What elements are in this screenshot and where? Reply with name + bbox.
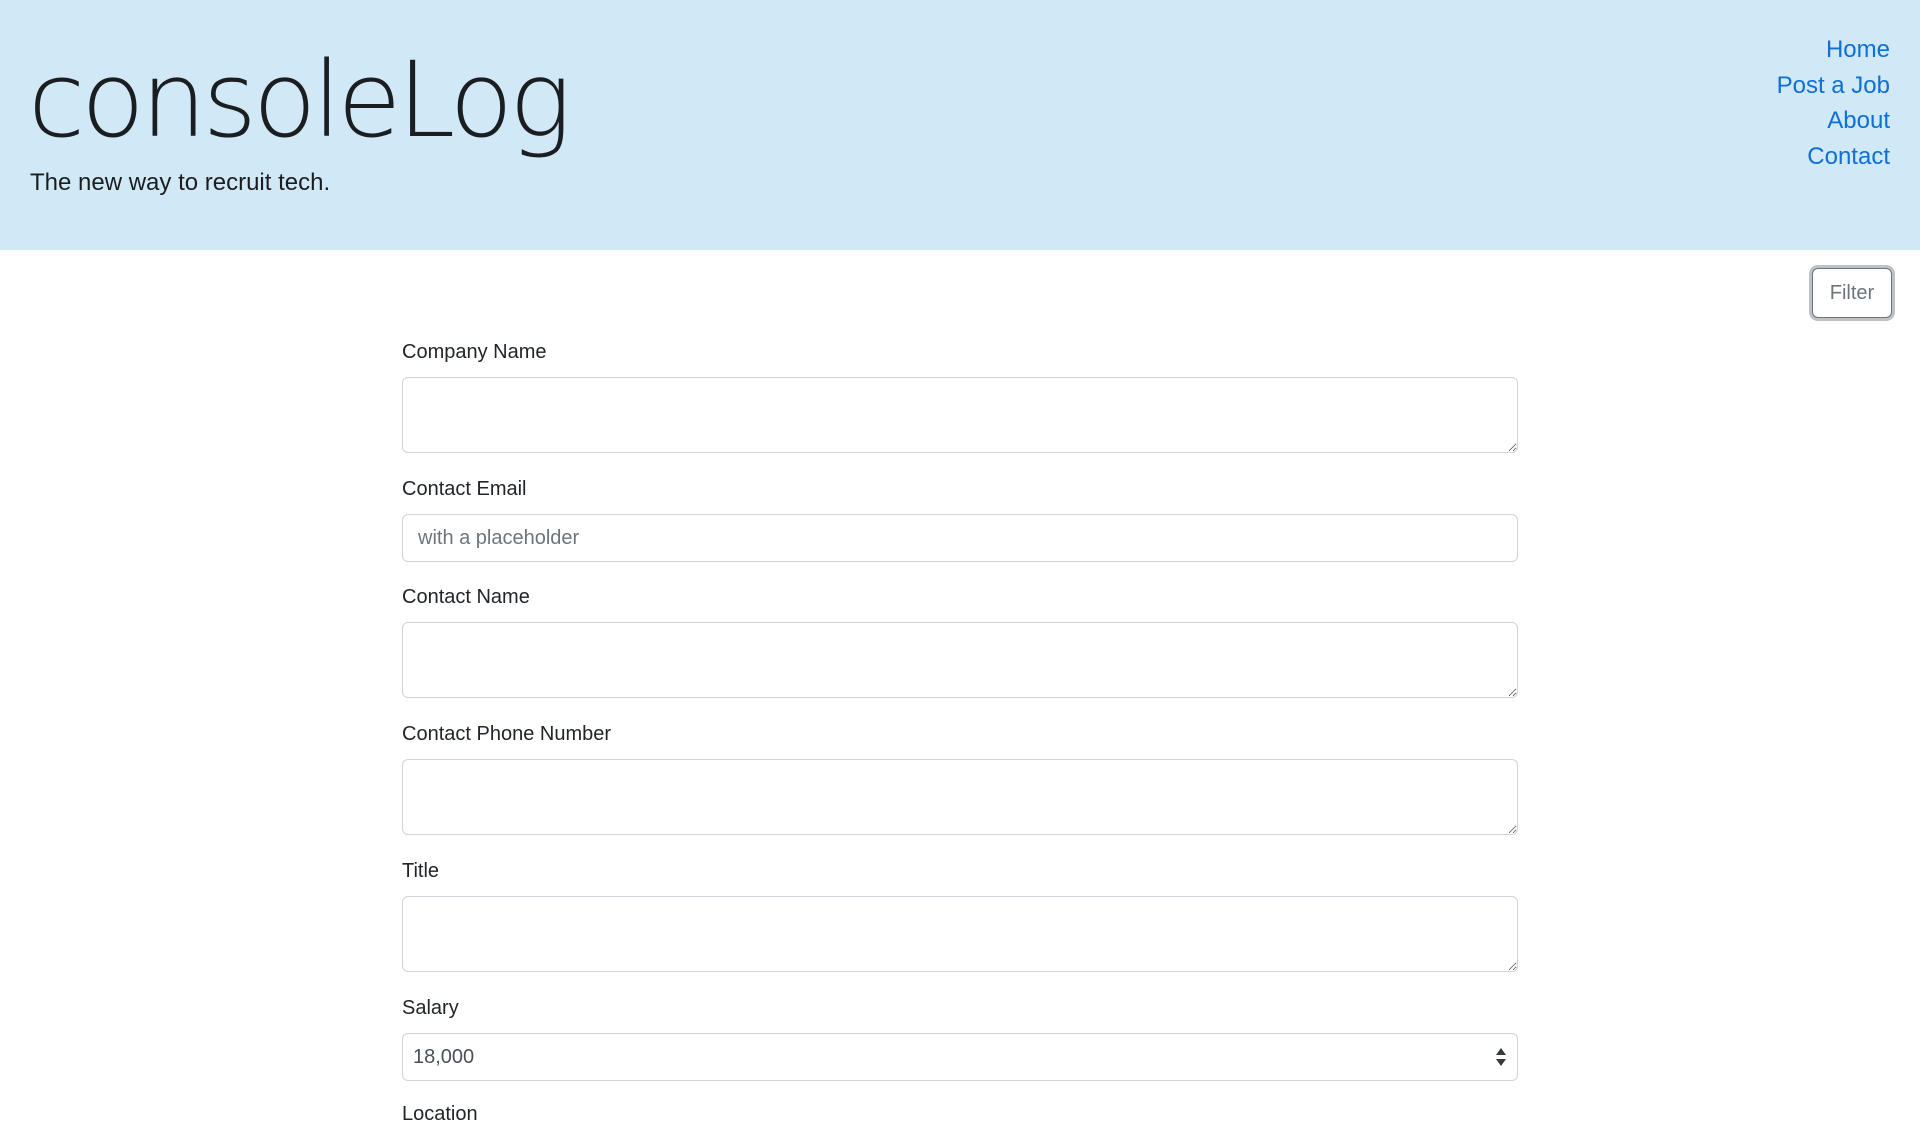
location-label: Location — [402, 1103, 478, 1125]
nav-link-contact[interactable]: Contact — [1777, 139, 1890, 175]
salary-label: Salary — [402, 997, 459, 1019]
filter-button[interactable]: Filter — [1812, 268, 1892, 318]
brand-tagline: The new way to recruit tech. — [30, 169, 331, 196]
brand-title: consoleLog — [28, 39, 572, 161]
salary-select[interactable]: 18,000 — [402, 1033, 1518, 1081]
nav-link-about[interactable]: About — [1777, 103, 1890, 139]
nav-link-home[interactable]: Home — [1777, 32, 1890, 68]
company-name-label: Company Name — [402, 341, 547, 363]
main-nav: Home Post a Job About Contact — [1777, 32, 1890, 174]
nav-link-post-a-job[interactable]: Post a Job — [1777, 68, 1890, 104]
contact-phone-label: Contact Phone Number — [402, 723, 612, 745]
select-updown-icon — [1496, 1048, 1506, 1066]
title-label: Title — [402, 860, 440, 882]
site-header: consoleLog The new way to recruit tech. … — [0, 0, 1920, 250]
contact-email-label: Contact Email — [402, 478, 527, 500]
company-name-field[interactable] — [402, 377, 1518, 453]
salary-selected-value: 18,000 — [413, 1046, 475, 1068]
contact-email-field[interactable] — [402, 514, 1518, 562]
contact-phone-field[interactable] — [402, 759, 1518, 835]
title-field[interactable] — [402, 896, 1518, 972]
contact-name-field[interactable] — [402, 622, 1518, 698]
contact-name-label: Contact Name — [402, 586, 530, 608]
